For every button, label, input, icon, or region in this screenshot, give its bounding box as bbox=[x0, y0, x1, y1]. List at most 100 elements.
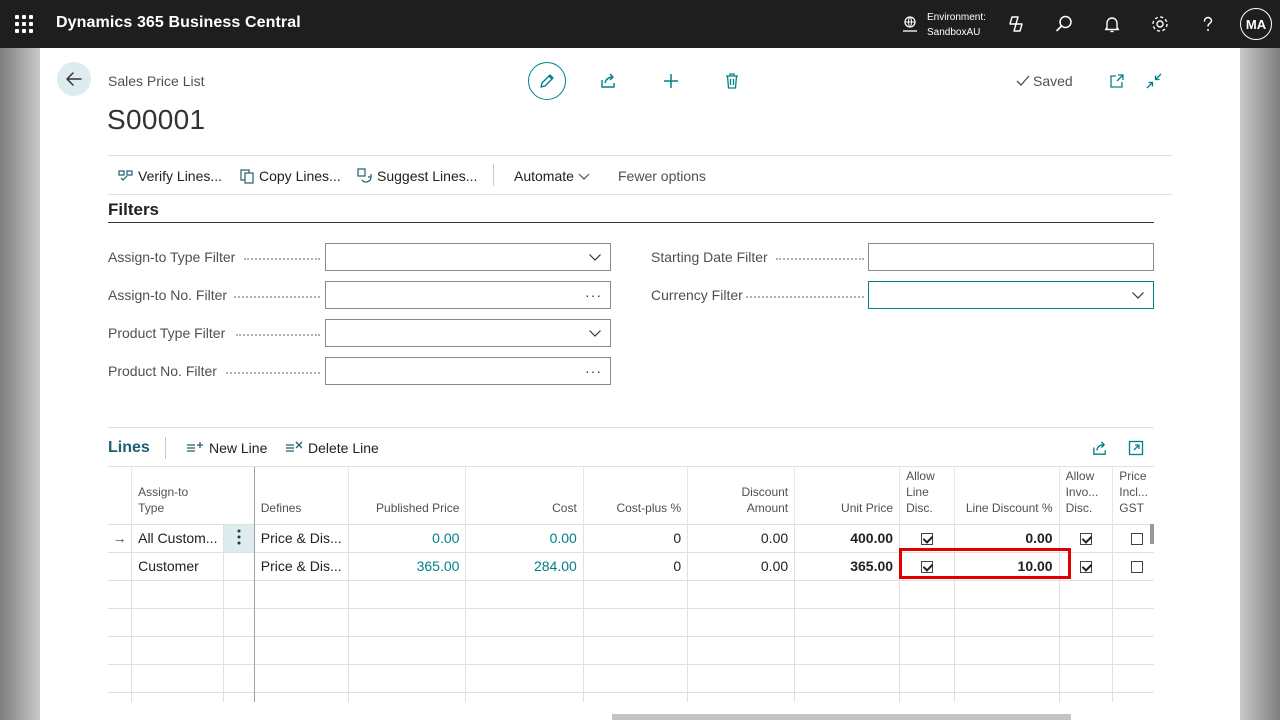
new-button[interactable] bbox=[659, 70, 683, 92]
assign-no-filter-input[interactable]: ··· bbox=[325, 281, 611, 309]
cell-line-discount[interactable]: 10.00 bbox=[953, 551, 1060, 580]
cell-discount-amount[interactable]: 0.00 bbox=[687, 523, 795, 552]
chevron-down-icon bbox=[589, 254, 601, 261]
starting-date-filter-label: Starting Date Filter bbox=[651, 249, 768, 265]
gear-icon[interactable] bbox=[1148, 12, 1172, 36]
currency-filter-select[interactable] bbox=[868, 281, 1154, 309]
filters-heading[interactable]: Filters bbox=[108, 200, 159, 220]
environment-label: Environment: bbox=[927, 12, 986, 23]
lines-share-button[interactable] bbox=[1088, 437, 1110, 459]
cell-allow-invoice-disc[interactable] bbox=[1058, 551, 1113, 580]
delete-line-button[interactable]: Delete Line bbox=[285, 440, 379, 456]
ellipsis-icon[interactable]: ··· bbox=[585, 363, 602, 379]
empty-row[interactable] bbox=[108, 607, 1154, 636]
col-header-line-discount[interactable]: Line Discount % bbox=[953, 467, 1060, 524]
new-line-icon bbox=[187, 442, 203, 452]
page-title: S00001 bbox=[107, 104, 206, 135]
app-title[interactable]: Dynamics 365 Business Central bbox=[56, 14, 301, 32]
allow-line-disc-checkbox[interactable] bbox=[920, 533, 933, 546]
cell-assign-type[interactable]: All Custom... bbox=[131, 523, 224, 552]
price-incl-gst-checkbox[interactable] bbox=[1131, 561, 1144, 574]
fewer-options-button[interactable]: Fewer options bbox=[618, 156, 706, 195]
grid-vertical-scrollbar[interactable] bbox=[1150, 524, 1154, 544]
col-header-defines[interactable]: Defines bbox=[253, 467, 349, 524]
cell-assign-type[interactable]: Customer bbox=[131, 551, 224, 580]
verify-lines-button[interactable]: Verify Lines... bbox=[118, 156, 222, 195]
col-header-cost[interactable]: Cost bbox=[465, 467, 584, 524]
col-header-allow-line-disc[interactable]: Allow Line Disc. bbox=[899, 467, 955, 524]
horizontal-scrollbar[interactable] bbox=[612, 714, 1071, 720]
table-row[interactable]: → All Custom... Price & Dis... 0.00 0.00… bbox=[108, 523, 1154, 552]
app-launcher-icon[interactable] bbox=[15, 15, 33, 33]
allow-invoice-disc-checkbox[interactable] bbox=[1079, 533, 1092, 546]
lines-grid: Assign-to Type Defines Published Price Co… bbox=[108, 466, 1154, 702]
product-no-filter-input[interactable]: ··· bbox=[325, 357, 611, 385]
empty-row[interactable] bbox=[108, 635, 1154, 664]
copy-lines-button[interactable]: Copy Lines... bbox=[239, 156, 341, 195]
col-header-price-incl-gst[interactable]: Price Incl... GST bbox=[1112, 467, 1154, 524]
delete-button[interactable] bbox=[720, 70, 744, 92]
lines-heading[interactable]: Lines bbox=[108, 439, 150, 457]
allow-line-disc-checkbox[interactable] bbox=[920, 561, 933, 574]
empty-row[interactable] bbox=[108, 579, 1154, 608]
help-icon[interactable] bbox=[1196, 12, 1220, 36]
cell-allow-invoice-disc[interactable] bbox=[1058, 523, 1113, 552]
col-header-cost-plus[interactable]: Cost-plus % bbox=[582, 467, 688, 524]
new-line-button[interactable]: New Line bbox=[186, 440, 267, 456]
ellipsis-icon[interactable]: ··· bbox=[585, 287, 602, 303]
product-type-filter-label: Product Type Filter bbox=[108, 325, 226, 341]
cell-price-incl-gst[interactable] bbox=[1112, 551, 1154, 580]
empty-row[interactable] bbox=[108, 691, 1154, 702]
cell-row-menu bbox=[223, 551, 255, 580]
more-vertical-icon bbox=[237, 529, 241, 544]
col-header-assign-type[interactable]: Assign-to Type bbox=[131, 467, 255, 524]
cell-cost[interactable]: 0.00 bbox=[465, 523, 584, 552]
cell-unit-price[interactable]: 400.00 bbox=[794, 523, 900, 552]
cell-cost-plus[interactable]: 0 bbox=[582, 551, 688, 580]
cell-unit-price[interactable]: 365.00 bbox=[794, 551, 900, 580]
suggest-lines-button[interactable]: Suggest Lines... bbox=[357, 156, 477, 195]
back-button[interactable] bbox=[57, 62, 91, 96]
product-type-filter-select[interactable] bbox=[325, 319, 611, 347]
price-incl-gst-checkbox[interactable] bbox=[1131, 533, 1144, 546]
table-row[interactable]: Customer Price & Dis... 365.00 284.00 0 … bbox=[108, 551, 1154, 580]
avatar[interactable]: MA bbox=[1240, 8, 1272, 40]
cell-discount-amount[interactable]: 0.00 bbox=[687, 551, 795, 580]
row-menu-button[interactable] bbox=[223, 523, 255, 552]
delete-line-label: Delete Line bbox=[308, 440, 379, 456]
saved-label: Saved bbox=[1033, 73, 1073, 89]
share-button[interactable] bbox=[596, 70, 620, 92]
col-header-published-price[interactable]: Published Price bbox=[347, 467, 466, 524]
backdrop-left bbox=[0, 48, 40, 720]
copilot-icon[interactable] bbox=[1004, 12, 1028, 36]
bell-icon[interactable] bbox=[1100, 12, 1124, 36]
cell-defines[interactable]: Price & Dis... bbox=[253, 551, 349, 580]
cell-line-discount[interactable]: 0.00 bbox=[953, 523, 1060, 552]
empty-row[interactable] bbox=[108, 663, 1154, 692]
allow-invoice-disc-checkbox[interactable] bbox=[1079, 561, 1092, 574]
col-header-allow-invoice-disc[interactable]: Allow Invo... Disc. bbox=[1058, 467, 1113, 524]
cell-allow-line-disc[interactable] bbox=[899, 523, 955, 552]
delete-line-icon bbox=[286, 441, 303, 452]
starting-date-filter-input[interactable] bbox=[868, 243, 1154, 271]
cell-price-incl-gst[interactable] bbox=[1112, 523, 1154, 552]
lines-expand-button[interactable] bbox=[1125, 437, 1147, 459]
assign-type-filter-select[interactable] bbox=[325, 243, 611, 271]
cell-cost-plus[interactable]: 0 bbox=[582, 523, 688, 552]
cell-defines[interactable]: Price & Dis... bbox=[253, 523, 349, 552]
cell-allow-line-disc[interactable] bbox=[899, 551, 955, 580]
open-new-window-button[interactable] bbox=[1106, 70, 1128, 92]
collapse-button[interactable] bbox=[1143, 70, 1165, 92]
cell-published-price[interactable]: 0.00 bbox=[347, 523, 466, 552]
cell-published-price[interactable]: 365.00 bbox=[347, 551, 466, 580]
col-header-unit-price[interactable]: Unit Price bbox=[794, 467, 900, 524]
cell-cost[interactable]: 284.00 bbox=[465, 551, 584, 580]
edit-button[interactable] bbox=[528, 62, 566, 100]
environment-info[interactable]: Environment: SandboxAU bbox=[927, 10, 986, 40]
automate-menu[interactable]: Automate bbox=[514, 156, 590, 195]
action-bar: Verify Lines... Copy Lines... Suggest Li… bbox=[108, 155, 1172, 195]
backdrop-right bbox=[1240, 48, 1280, 720]
col-header-discount-amount[interactable]: Discount Amount bbox=[687, 467, 795, 524]
checkmark-icon bbox=[1016, 75, 1030, 86]
search-icon[interactable] bbox=[1052, 12, 1076, 36]
